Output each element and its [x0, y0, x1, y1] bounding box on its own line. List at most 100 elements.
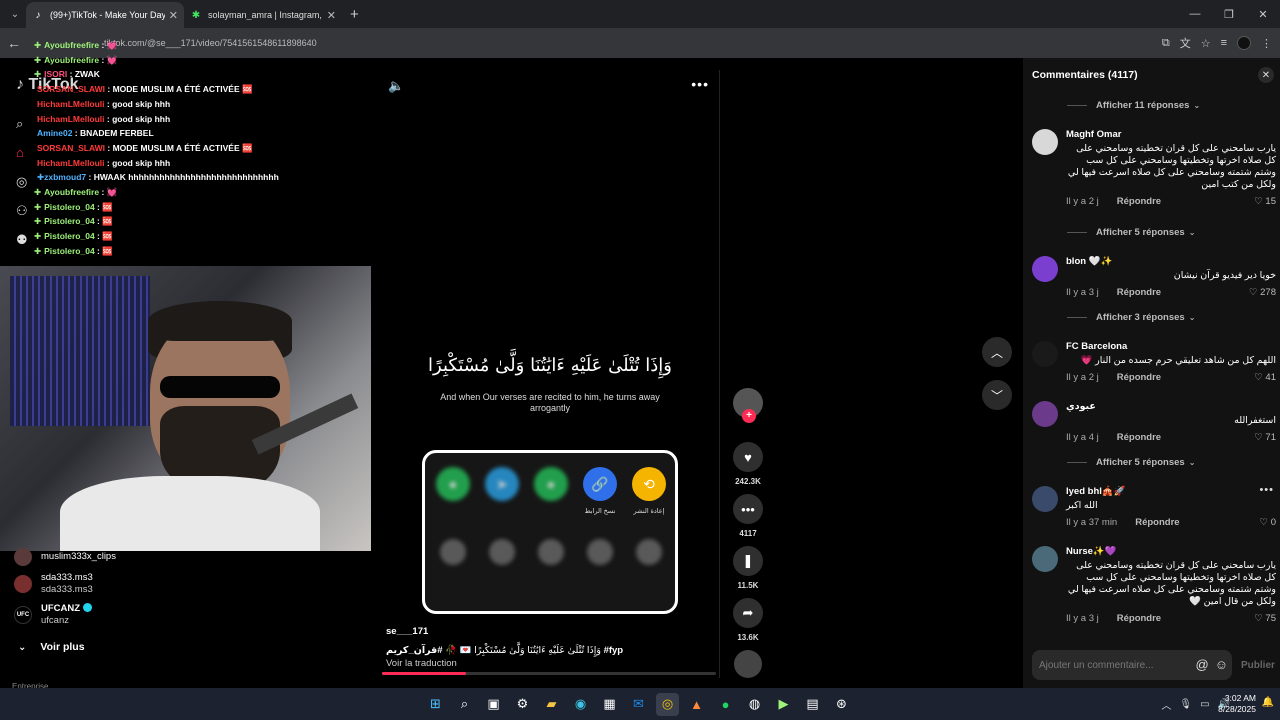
- emoji-icon[interactable]: ☺: [1215, 657, 1228, 672]
- friends-icon[interactable]: ⚉: [16, 232, 28, 261]
- avatar[interactable]: [1032, 546, 1058, 572]
- share-option[interactable]: ➤: [482, 467, 522, 515]
- app-icon[interactable]: ⊛: [830, 693, 853, 716]
- close-icon[interactable]: ✕: [169, 9, 178, 22]
- cast-icon[interactable]: ⧉: [1162, 37, 1170, 50]
- share-option[interactable]: [580, 539, 620, 571]
- tab-instagram[interactable]: ✱ solayman_amra | Instagram, Tik ✕: [184, 2, 342, 28]
- show-replies-button[interactable]: Afficher 5 réponses ⌄: [1067, 227, 1195, 238]
- avatar[interactable]: [1032, 486, 1058, 512]
- tab-tiktok[interactable]: ♪ (99+)TikTok - Make Your Day ✕: [26, 2, 184, 28]
- comment-author[interactable]: Maghf Omar: [1066, 129, 1276, 140]
- next-video-button[interactable]: ﹀: [982, 380, 1012, 410]
- comment-author[interactable]: FC Barcelona: [1066, 341, 1276, 352]
- share-option[interactable]: ●: [433, 467, 473, 515]
- previous-video-button[interactable]: ︿: [982, 337, 1012, 367]
- share-option[interactable]: [482, 539, 522, 571]
- new-tab-icon[interactable]: +: [350, 6, 359, 23]
- outlook-icon[interactable]: ✉: [627, 693, 650, 716]
- microphone-icon[interactable]: 🎙: [1179, 699, 1192, 710]
- chevron-up-icon[interactable]: ︿: [1161, 697, 1171, 712]
- spotify-icon[interactable]: ●: [714, 693, 737, 716]
- sound-avatar[interactable]: [734, 650, 762, 678]
- profile-avatar[interactable]: [1237, 36, 1251, 50]
- more-options-icon[interactable]: •••: [691, 76, 709, 92]
- comment-author[interactable]: عبودي: [1066, 401, 1276, 412]
- home-icon[interactable]: ⌂: [16, 145, 28, 174]
- show-replies-button[interactable]: Afficher 3 réponses ⌄: [1067, 312, 1195, 323]
- menu-kebab-icon[interactable]: ⋮: [1261, 37, 1272, 50]
- close-window-icon[interactable]: ✕: [1246, 0, 1280, 28]
- avatar[interactable]: [1032, 401, 1058, 427]
- windows-start-icon[interactable]: ⊞: [424, 693, 447, 716]
- translate-icon[interactable]: 文: [1180, 35, 1191, 51]
- app-icon[interactable]: ▶: [772, 693, 795, 716]
- share-option[interactable]: 🔗 نسخ الرابط: [580, 467, 620, 515]
- reply-button[interactable]: Répondre: [1117, 613, 1161, 624]
- volume-icon[interactable]: 🔈: [388, 78, 404, 94]
- restore-icon[interactable]: ❐: [1212, 0, 1246, 28]
- notification-bell-icon[interactable]: 🔔: [1262, 697, 1274, 708]
- close-comments-button[interactable]: ✕: [1258, 67, 1274, 83]
- comment-button[interactable]: ••• 4117: [728, 494, 768, 538]
- comment-like-button[interactable]: ♡ 75: [1254, 613, 1276, 624]
- comment-like-button[interactable]: ♡ 15: [1254, 196, 1276, 207]
- reply-button[interactable]: Répondre: [1117, 196, 1161, 207]
- avatar[interactable]: [1032, 256, 1058, 282]
- avatar[interactable]: [1032, 341, 1058, 367]
- following-account-item[interactable]: sda333.ms3 sda333.ms3: [14, 568, 354, 599]
- network-icon[interactable]: ▭: [1200, 699, 1209, 710]
- system-clock[interactable]: 3:02 AM 8/28/2025: [1218, 693, 1256, 715]
- comment-like-button[interactable]: ♡ 278: [1249, 287, 1276, 298]
- share-option[interactable]: ⟲ إعادة النشر: [629, 467, 669, 515]
- close-icon[interactable]: ✕: [327, 9, 336, 22]
- publish-button[interactable]: Publier: [1241, 660, 1275, 671]
- reply-button[interactable]: Répondre: [1117, 287, 1161, 298]
- app-icon[interactable]: ▲: [685, 693, 708, 716]
- comment-author[interactable]: Iyed bhl🎪🚀: [1066, 486, 1276, 497]
- like-button[interactable]: ♥ 242.3K: [728, 442, 768, 486]
- calculator-icon[interactable]: ▤: [801, 693, 824, 716]
- reply-button[interactable]: Répondre: [1117, 372, 1161, 383]
- app-icon[interactable]: ◍: [743, 693, 766, 716]
- comment-like-button[interactable]: ♡ 71: [1254, 432, 1276, 443]
- share-button[interactable]: ➦ 13.6K: [728, 598, 768, 642]
- video-player[interactable]: 🔈 ••• وَإِذَا تُتْلَىٰ عَلَيْهِ ءَايَٰتُ…: [380, 70, 720, 678]
- see-translation-link[interactable]: Voir la traduction: [386, 658, 706, 669]
- search-icon[interactable]: ⌕: [453, 693, 476, 716]
- explore-icon[interactable]: ◎: [16, 174, 28, 203]
- comment-like-button[interactable]: ♡ 41: [1254, 372, 1276, 383]
- follow-plus-icon[interactable]: +: [742, 409, 756, 423]
- comment-author[interactable]: Nurse✨💜: [1066, 546, 1276, 557]
- minimize-icon[interactable]: —: [1178, 0, 1212, 28]
- task-view-icon[interactable]: ▣: [482, 693, 505, 716]
- share-option[interactable]: [629, 539, 669, 571]
- video-progress-bar[interactable]: [382, 672, 716, 675]
- tab-search-icon[interactable]: ⌄: [4, 3, 26, 25]
- reply-button[interactable]: Répondre: [1135, 517, 1179, 528]
- following-account-item[interactable]: muslim333x_clips: [14, 546, 354, 568]
- back-arrow-icon[interactable]: ←: [0, 35, 28, 51]
- share-option[interactable]: [433, 539, 473, 571]
- chrome-icon[interactable]: ◎: [656, 692, 679, 716]
- comment-author[interactable]: blon 🤍✨: [1066, 256, 1276, 267]
- mention-icon[interactable]: @: [1196, 657, 1209, 672]
- more-options-icon[interactable]: •••: [1259, 484, 1274, 496]
- media-icon[interactable]: ≡: [1221, 37, 1227, 49]
- file-explorer-icon[interactable]: ▰: [540, 693, 563, 716]
- show-replies-button[interactable]: Afficher 11 réponses ⌄: [1067, 100, 1200, 111]
- comment-input[interactable]: Ajouter un commentaire... @ ☺: [1032, 650, 1232, 680]
- creator-avatar[interactable]: +: [733, 388, 763, 423]
- comment-like-button[interactable]: ♡ 0: [1260, 517, 1276, 528]
- save-button[interactable]: ❚ 11.5K: [728, 546, 768, 590]
- bookmark-star-icon[interactable]: ☆: [1201, 37, 1211, 50]
- reply-button[interactable]: Répondre: [1117, 432, 1161, 443]
- share-option[interactable]: [531, 539, 571, 571]
- following-icon[interactable]: ⚇: [16, 203, 28, 232]
- search-icon[interactable]: ⌕: [16, 116, 28, 145]
- see-more-button[interactable]: ⌄ Voir plus: [14, 636, 354, 658]
- following-account-item[interactable]: UFC UFCANZ ufcanz: [14, 599, 354, 630]
- settings-gear-icon[interactable]: ⚙: [511, 693, 534, 716]
- avatar[interactable]: [1032, 129, 1058, 155]
- share-option[interactable]: ●: [531, 467, 571, 515]
